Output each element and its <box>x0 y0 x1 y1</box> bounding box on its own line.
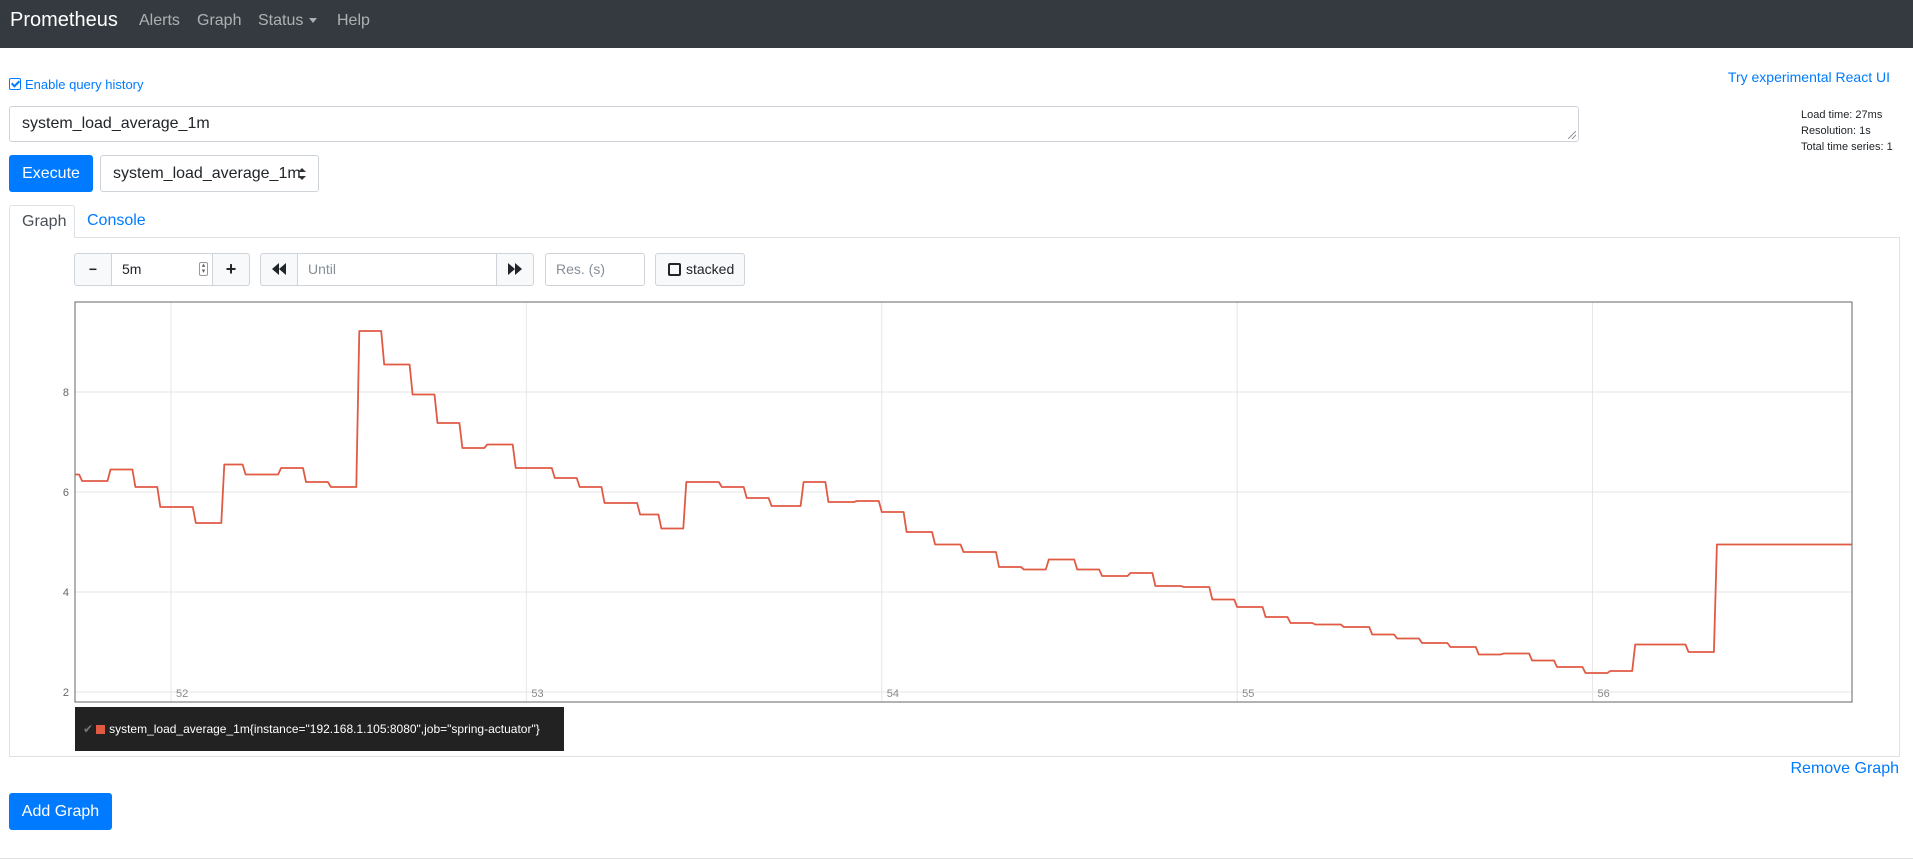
chevron-down-icon <box>309 18 318 24</box>
stacked-toggle-button[interactable]: stacked <box>655 253 745 286</box>
tab-graph[interactable]: Graph <box>9 205 75 238</box>
checkbox-unchecked-icon <box>668 263 681 276</box>
nav-alerts[interactable]: Alerts <box>139 12 180 30</box>
graph-legend: ✔ system_load_average_1m{instance="192.16… <box>75 707 564 751</box>
range-input[interactable]: 5m ▴ ▾ <box>111 253 213 286</box>
range-decrease-button[interactable]: − <box>74 253 112 286</box>
resolution-placeholder: Res. (s) <box>556 261 605 277</box>
plot-area <box>74 301 1853 703</box>
load-time-stat: Load time: 27ms <box>1801 109 1883 121</box>
x-tick-label: 54 <box>887 688 899 700</box>
expression-text: system_load_average_1m <box>22 115 210 132</box>
range-value: 5m <box>122 261 142 277</box>
query-stats: Load time: 27ms Resolution: 1s Total tim… <box>1801 107 1893 155</box>
metric-select-value: system_load_average_1m <box>113 165 301 182</box>
remove-graph-button[interactable]: Remove Graph <box>1791 760 1900 778</box>
add-graph-button[interactable]: Add Graph <box>9 793 112 830</box>
nav-status[interactable]: Status <box>258 12 318 30</box>
nav-graph[interactable]: Graph <box>197 12 241 30</box>
execute-button[interactable]: Execute <box>9 155 93 192</box>
stacked-label: stacked <box>686 261 735 277</box>
legend-color-swatch <box>96 725 106 734</box>
react-ui-link[interactable]: Try experimental React UI <box>1728 69 1890 85</box>
time-forward-button[interactable] <box>496 253 534 286</box>
brand-logo-text[interactable]: Prometheus <box>10 9 118 32</box>
graph-chart[interactable]: 2 4 6 8 52 53 54 55 56 <box>55 298 1855 708</box>
nav-help[interactable]: Help <box>337 12 370 30</box>
forward-icon <box>508 263 522 275</box>
resize-handle-icon[interactable] <box>1568 131 1576 139</box>
y-tick-label: 6 <box>63 487 69 499</box>
y-tick-label: 8 <box>63 387 69 399</box>
tab-console[interactable]: Console <box>75 205 158 238</box>
total-series-stat: Total time series: 1 <box>1801 141 1893 153</box>
x-tick-label: 56 <box>1598 688 1610 700</box>
top-navbar: Prometheus Alerts Graph Status Help <box>0 0 1913 48</box>
spinner-icon[interactable]: ▴ ▾ <box>199 262 208 276</box>
bottom-divider <box>0 858 1913 859</box>
legend-series-label[interactable]: system_load_average_1m{instance="192.168… <box>109 722 540 736</box>
x-tick-label: 53 <box>531 688 543 700</box>
nav-status-label: Status <box>258 12 304 29</box>
range-increase-button[interactable]: + <box>212 253 250 286</box>
x-tick-label: 52 <box>176 688 188 700</box>
legend-check-icon[interactable]: ✔ <box>83 722 93 736</box>
select-arrows-icon <box>298 168 306 180</box>
time-back-button[interactable] <box>260 253 298 286</box>
checkbox-checked-icon <box>9 78 21 90</box>
enable-query-history-label: Enable query history <box>25 77 144 92</box>
resolution-stat: Resolution: 1s <box>1801 125 1871 137</box>
enable-query-history-checkbox[interactable]: Enable query history <box>9 77 144 92</box>
y-tick-label: 4 <box>63 587 69 599</box>
y-tick-label: 2 <box>63 687 69 699</box>
resolution-input[interactable]: Res. (s) <box>545 253 645 286</box>
until-placeholder: Until <box>308 261 337 277</box>
metric-select[interactable]: system_load_average_1m <box>100 155 319 192</box>
until-input[interactable]: Until <box>297 253 497 286</box>
x-tick-label: 55 <box>1242 688 1254 700</box>
backward-icon <box>272 263 286 275</box>
expression-input[interactable]: system_load_average_1m <box>9 106 1579 142</box>
